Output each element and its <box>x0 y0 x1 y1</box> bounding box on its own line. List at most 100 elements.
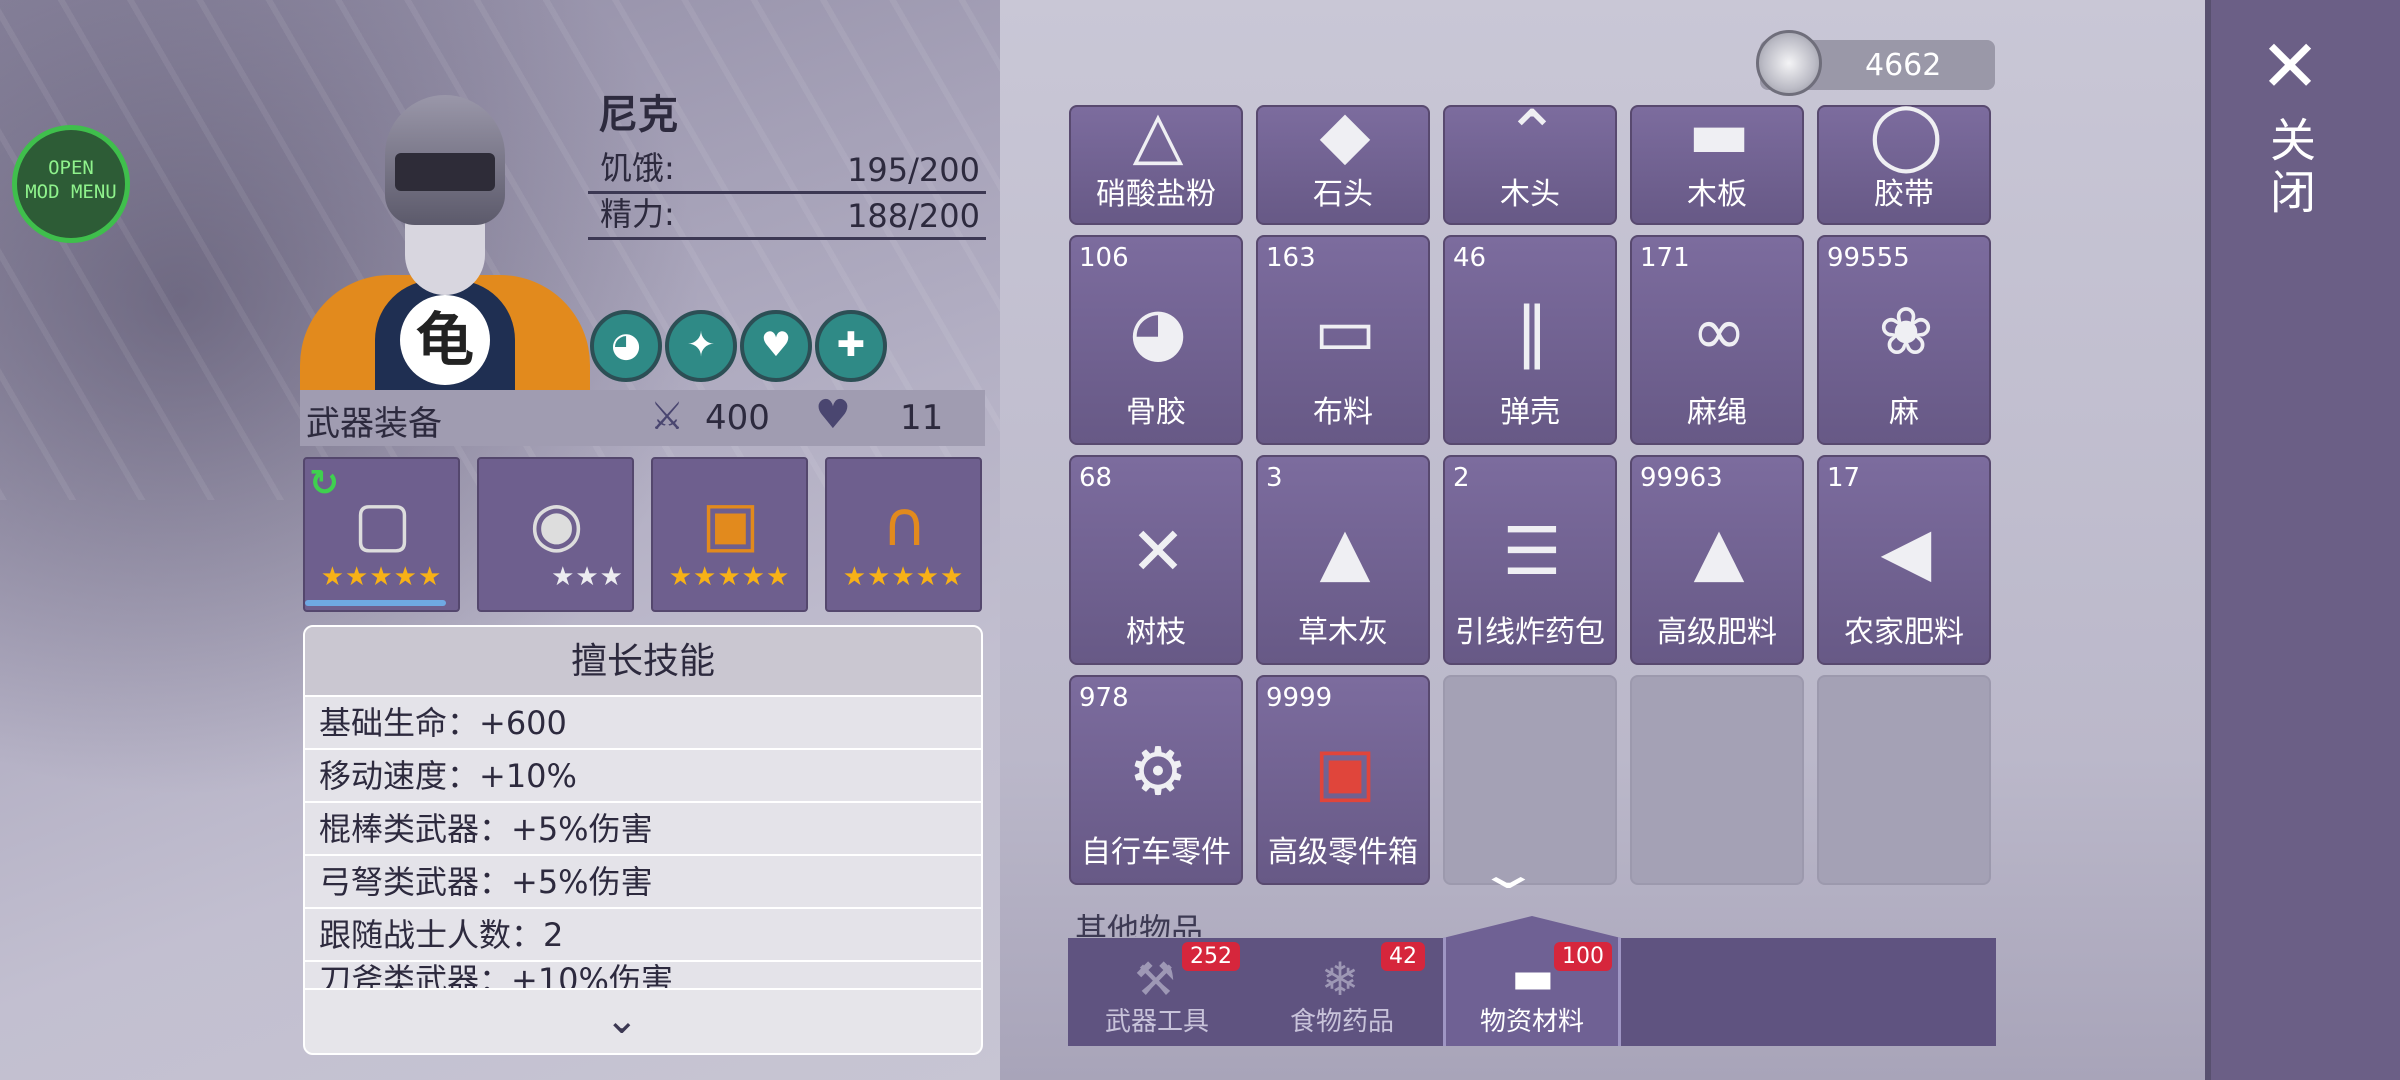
item-name: 胶带 <box>1874 177 1934 212</box>
shell-casing-icon: ‖ <box>1515 293 1549 370</box>
empty-slot <box>1817 675 1991 885</box>
chevron-down-icon[interactable]: ⌄ <box>1475 848 1541 899</box>
hunger-stat: 饥饿: 195/200 <box>588 148 986 194</box>
stone-icon: ◆ <box>1319 105 1371 173</box>
visor <box>395 153 495 191</box>
close-button[interactable]: ✕ 关闭 <box>2235 30 2345 230</box>
inventory-item[interactable]: 68 ✕ 树枝 <box>1069 455 1243 665</box>
item-name: 麻绳 <box>1687 395 1747 430</box>
inventory-item[interactable]: 99555 ❀ 麻 <box>1817 235 1991 445</box>
item-name: 草木灰 <box>1298 615 1388 650</box>
energy-stat: 精力: 188/200 <box>588 194 986 240</box>
equip-slot-weapon[interactable]: ↻ ▢ ★★★★★ <box>303 457 460 612</box>
inventory-item[interactable]: ◆ 石头 <box>1256 105 1430 225</box>
inventory-item[interactable]: 106 ◕ 骨胶 <box>1069 235 1243 445</box>
inventory-item[interactable]: 978 ⚙ 自行车零件 <box>1069 675 1243 885</box>
item-name: 弹壳 <box>1500 395 1560 430</box>
ash-pile-icon: ▲ <box>1319 513 1371 590</box>
item-quantity: 17 <box>1827 463 1861 493</box>
inventory-item[interactable]: 3 ▲ 草木灰 <box>1256 455 1430 665</box>
open-mod-menu-button[interactable]: OPEN MOD MENU <box>12 125 130 243</box>
toolbox-icon: ▣ <box>1313 733 1377 810</box>
skill-row: 棍棒类武器：+5%伤害 <box>305 803 981 856</box>
skill-row: 基础生命：+600 <box>305 697 981 750</box>
item-quantity: 171 <box>1640 243 1690 273</box>
inventory-item[interactable]: 9999 ▣ 高级零件箱 <box>1256 675 1430 885</box>
inventory-item[interactable]: 2 ☰ 引线炸药包 <box>1443 455 1617 665</box>
item-quantity: 106 <box>1079 243 1129 273</box>
equip-slot-pants[interactable]: ∩ ★★★★★ <box>825 457 982 612</box>
syringe-icon[interactable]: ✚ <box>815 310 887 382</box>
rarity-stars: ★★★ <box>551 562 624 592</box>
character-name: 尼克 <box>598 92 678 138</box>
sparkle-person-icon[interactable]: ✦ <box>665 310 737 382</box>
cloth-icon: ▭ <box>1313 293 1377 370</box>
item-name: 高级零件箱 <box>1268 835 1418 870</box>
item-name: 骨胶 <box>1126 395 1186 430</box>
tab-materials[interactable]: ▬ 100 物资材料 <box>1443 916 1621 1046</box>
item-name: 自行车零件 <box>1081 835 1231 870</box>
rarity-stars: ★★★★★ <box>668 562 791 592</box>
pants-icon: ∩ <box>881 487 928 560</box>
rope-icon: ∞ <box>1691 293 1747 370</box>
branch-icon: ✕ <box>1130 513 1186 590</box>
heart-icon[interactable]: ♥ <box>740 310 812 382</box>
tab-weapons-tools[interactable]: ⚒ 252 武器工具 <box>1068 938 1246 1046</box>
helmet-icon: ◉ <box>529 487 584 560</box>
axe-icon: ⚒ <box>1134 952 1176 1006</box>
bike-parts-icon: ⚙ <box>1128 733 1188 810</box>
fertilizer-bag-icon: ▲ <box>1693 513 1745 590</box>
skill-row: 移动速度：+10% <box>305 750 981 803</box>
inventory-item[interactable]: ▬ 木板 <box>1630 105 1804 225</box>
inventory-item[interactable]: ◯ 胶带 <box>1817 105 1991 225</box>
item-quantity: 99963 <box>1640 463 1723 493</box>
rarity-stars: ★★★★★ <box>842 562 965 592</box>
equip-slot-helmet[interactable]: ◉ ★★★ <box>477 457 634 612</box>
character-portrait: 龟 <box>290 95 600 390</box>
inventory-item[interactable]: 99963 ▲ 高级肥料 <box>1630 455 1804 665</box>
equip-slot-vest[interactable]: ▣ ★★★★★ <box>651 457 808 612</box>
empty-slot <box>1630 675 1804 885</box>
heart-icon: ♥ <box>815 392 851 438</box>
inventory-item[interactable]: 163 ▭ 布料 <box>1256 235 1430 445</box>
close-label: 关闭 <box>2263 116 2317 220</box>
count-badge: 252 <box>1182 942 1240 971</box>
item-name: 麻 <box>1889 395 1919 430</box>
tape-icon: ◯ <box>1869 105 1943 173</box>
stomach-icon[interactable]: ◕ <box>590 310 662 382</box>
log-icon: ⌃ <box>1504 105 1560 173</box>
mod-menu-label-2: MOD MENU <box>25 181 117 203</box>
inventory-grid[interactable]: △ 硝酸盐粉 ◆ 石头 ⌃ 木头 ▬ 木板 ◯ 胶带 106 ◕ 骨胶 163 … <box>1068 105 1998 935</box>
tab-food-medicine[interactable]: ❄ 42 食物药品 <box>1253 938 1431 1046</box>
skill-row: 弓弩类武器：+5%伤害 <box>305 856 981 909</box>
item-name: 布料 <box>1313 395 1373 430</box>
item-name: 高级肥料 <box>1657 615 1777 650</box>
item-quantity: 2 <box>1453 463 1470 493</box>
item-name: 木板 <box>1687 177 1747 212</box>
inventory-item[interactable]: 17 ◀ 农家肥料 <box>1817 455 1991 665</box>
item-name: 引线炸药包 <box>1455 615 1605 650</box>
skills-panel[interactable]: 擅长技能 基础生命：+600 移动速度：+10% 棍棒类武器：+5%伤害 弓弩类… <box>303 625 983 1055</box>
meat-icon: ❄ <box>1320 952 1360 1006</box>
category-tab-bar: ⚒ 252 武器工具 ❄ 42 食物药品 ▬ 100 物资材料 <box>1068 916 1996 1046</box>
item-quantity: 3 <box>1266 463 1283 493</box>
skills-title: 擅长技能 <box>305 627 981 697</box>
energy-label: 精力: <box>600 195 675 233</box>
vest-icon: ▣ <box>701 487 760 560</box>
inventory-item[interactable]: 171 ∞ 麻绳 <box>1630 235 1804 445</box>
currency-value: 4662 <box>1865 48 1942 83</box>
chevron-down-icon[interactable]: ⌄ <box>605 997 639 1043</box>
sword-icon: ⚔ <box>650 394 685 438</box>
inventory-item[interactable]: ⌃ 木头 <box>1443 105 1617 225</box>
close-icon: ✕ <box>2259 24 2321 108</box>
item-quantity: 9999 <box>1266 683 1333 713</box>
skill-row: 跟随战士人数：2 <box>305 909 981 962</box>
shotgun-icon: ▢ <box>353 487 412 560</box>
item-quantity: 978 <box>1079 683 1129 713</box>
inventory-item[interactable]: 46 ‖ 弹壳 <box>1443 235 1617 445</box>
coin-icon <box>1756 30 1822 96</box>
item-name: 树枝 <box>1126 615 1186 650</box>
inventory-item[interactable]: △ 硝酸盐粉 <box>1069 105 1243 225</box>
item-quantity: 163 <box>1266 243 1316 273</box>
dynamite-icon: ☰ <box>1502 513 1562 590</box>
